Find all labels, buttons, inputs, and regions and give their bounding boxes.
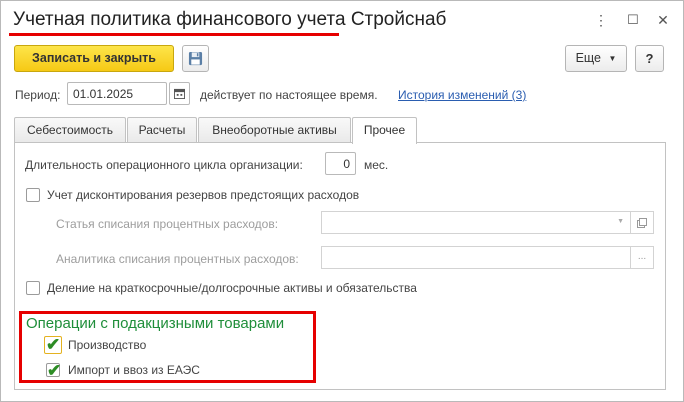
title-highlight-underline [9,33,339,36]
floppy-disk-icon [188,51,203,66]
calendar-icon [174,88,185,99]
window-title: Учетная политика финансового учета Строй… [13,9,447,30]
interest-analytics-field[interactable]: ... [321,246,654,269]
check-icon: ✔ [47,361,62,380]
split-checkbox[interactable] [26,281,40,295]
close-icon[interactable]: ✕ [653,10,673,30]
period-input[interactable]: 01.01.2025 [67,82,167,105]
interest-article-field[interactable]: ▼ [321,211,654,234]
dropdown-arrow-icon: ▼ [617,218,624,225]
cycle-input[interactable]: 0 [325,152,356,175]
save-button[interactable] [182,45,209,72]
tab-cost[interactable]: Себестоимость [14,117,126,143]
chevron-down-icon: ▼ [608,54,617,63]
period-label: Период: [15,88,61,102]
production-label: Производство [68,338,147,352]
tab-settlements[interactable]: Расчеты [127,117,197,143]
history-link[interactable]: История изменений (3) [398,88,526,102]
interest-analytics-label: Аналитика списания процентных расходов: [56,252,299,266]
calendar-button[interactable] [169,82,190,105]
more-button-label: Еще [575,51,602,65]
policy-window: Учетная политика финансового учета Строй… [0,0,684,402]
discount-label: Учет дисконтирования резервов предстоящи… [47,188,360,202]
tab-other[interactable]: Прочее [352,117,417,144]
import-checkbox[interactable]: ✔ [46,361,62,380]
discount-checkbox[interactable] [26,188,40,202]
period-value: 01.01.2025 [73,87,134,101]
cycle-label: Длительность операционного цикла организ… [25,158,303,172]
maximize-icon[interactable]: ☐ [623,10,643,30]
open-link-icon [630,212,653,233]
window-more-icon[interactable]: ⋮ [591,10,611,30]
tab-noncurrent-assets[interactable]: Внеоборотные активы [198,117,351,143]
more-button[interactable]: Еще ▼ [565,45,627,72]
period-effective-text: действует по настоящее время. [200,88,378,102]
check-icon: ✔ [46,335,61,354]
cycle-unit: мес. [364,158,389,172]
excise-group-title: Операции с подакцизными товарами [26,315,285,332]
interest-article-label: Статья списания процентных расходов: [56,217,279,231]
help-button[interactable]: ? [635,45,664,72]
import-label: Импорт и ввоз из ЕАЭС [68,363,200,377]
split-label: Деление на краткосрочные/долгосрочные ак… [47,281,417,295]
select-ellipsis-button[interactable]: ... [630,247,653,268]
production-checkbox[interactable]: ✔ [44,336,62,354]
cycle-value: 0 [343,157,350,171]
save-and-close-button[interactable]: Записать и закрыть [14,45,174,72]
